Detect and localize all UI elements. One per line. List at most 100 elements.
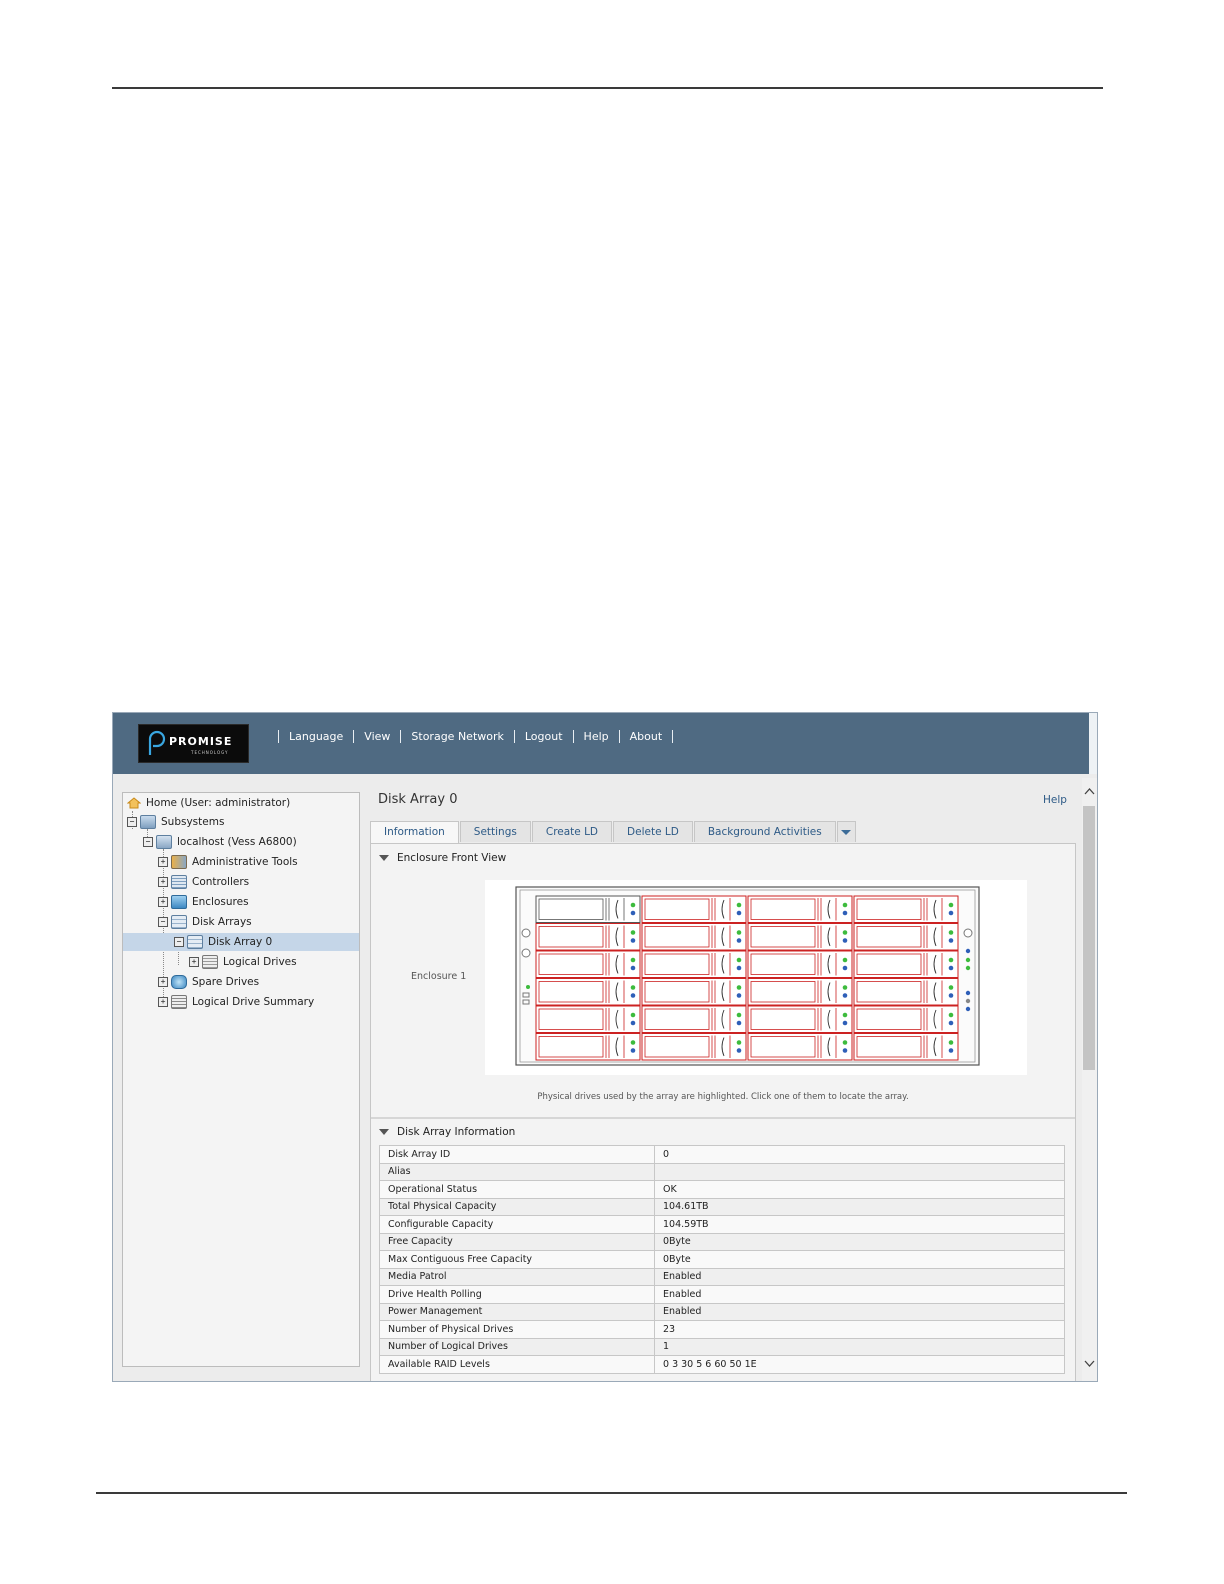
info-value: 0Byte (654, 1232, 1065, 1251)
drive-bay-highlighted[interactable] (853, 950, 959, 978)
scrollbar-thumb[interactable] (1083, 806, 1095, 1070)
collapse-icon[interactable]: − (158, 917, 168, 927)
tree-item-label: Logical Drives (223, 956, 297, 968)
drive-bay-highlighted[interactable] (747, 950, 853, 978)
collapse-icon[interactable]: − (174, 937, 184, 947)
tree-item-logical-drives[interactable]: + Logical Drives (189, 953, 297, 971)
drive-bay-highlighted[interactable] (641, 978, 747, 1006)
expand-icon[interactable]: + (189, 957, 199, 967)
page-bottom-rule (96, 1492, 1127, 1494)
drive-bay-highlighted[interactable] (747, 1005, 853, 1033)
drive-bay-highlighted[interactable] (535, 923, 641, 951)
tree-item-label: Disk Arrays (192, 916, 252, 928)
tree-item-label: Enclosures (192, 896, 249, 908)
chevron-up-icon[interactable] (1084, 786, 1095, 797)
spare-drive-icon (171, 975, 187, 989)
promise-logo: PROMISE TECHNOLOGY (138, 724, 249, 763)
status-led-icon (965, 990, 971, 996)
content-area: Disk Array 0 Help Information Settings C… (370, 778, 1081, 1381)
collapse-icon[interactable]: − (127, 817, 137, 827)
disk-array-icon (171, 915, 187, 929)
expand-icon[interactable]: + (158, 977, 168, 987)
table-row: Available RAID Levels 0 3 30 5 6 60 50 1E (379, 1355, 1065, 1374)
drive-bay-highlighted[interactable] (853, 1005, 959, 1033)
tree-item-label: Disk Array 0 (208, 936, 273, 948)
collapse-icon[interactable]: − (143, 837, 153, 847)
chevron-down-icon[interactable] (1084, 1358, 1095, 1369)
expand-icon[interactable]: + (158, 877, 168, 887)
table-row: Number of Logical Drives 1 (379, 1337, 1065, 1356)
drive-bay-highlighted[interactable] (641, 923, 747, 951)
handle-icon (963, 928, 973, 938)
tree-item-localhost[interactable]: − localhost (Vess A6800) (143, 833, 297, 851)
tab-more-button[interactable] (836, 821, 856, 842)
info-value: Enabled (654, 1285, 1065, 1304)
enclosure-icon (171, 895, 187, 909)
drive-bay-highlighted[interactable] (641, 950, 747, 978)
drive-bay-highlighted[interactable] (641, 1033, 747, 1061)
drive-bay-highlighted[interactable] (535, 1005, 641, 1033)
expand-icon[interactable]: + (158, 997, 168, 1007)
drive-bay-highlighted[interactable] (641, 1005, 747, 1033)
expand-icon[interactable]: + (158, 897, 168, 907)
tree-item-disk-array-0[interactable]: − Disk Array 0 (123, 933, 359, 951)
tab-settings[interactable]: Settings (459, 821, 531, 842)
info-value: 104.61TB (654, 1197, 1065, 1216)
drive-bay-highlighted[interactable] (535, 950, 641, 978)
tree-item-administrative-tools[interactable]: + Administrative Tools (158, 853, 298, 871)
section-title: Disk Array Information (397, 1126, 516, 1138)
nav-language[interactable]: Language (279, 730, 353, 743)
tree-item-disk-arrays[interactable]: − Disk Arrays (158, 913, 252, 931)
status-led-icon (526, 985, 530, 989)
enclosure-chassis (515, 886, 980, 1066)
info-section-header[interactable]: Disk Array Information (379, 1126, 515, 1138)
drive-bay-highlighted[interactable] (853, 895, 959, 923)
tab-delete-ld[interactable]: Delete LD (613, 821, 693, 842)
reset-button-icon[interactable] (521, 948, 531, 958)
nav-view[interactable]: View (354, 730, 400, 743)
tree-item-label: Logical Drive Summary (192, 996, 315, 1008)
tab-create-ld[interactable]: Create LD (531, 821, 613, 842)
server-icon (156, 835, 172, 849)
expand-icon[interactable]: + (158, 857, 168, 867)
nav-about[interactable]: About (620, 730, 673, 743)
drive-bay-highlighted[interactable] (641, 895, 747, 923)
drive-bay-highlighted[interactable] (747, 895, 853, 923)
page-top-rule (112, 87, 1103, 89)
drive-bay-highlighted[interactable] (747, 923, 853, 951)
drive-bay-highlighted[interactable] (853, 1033, 959, 1061)
table-row: Power Management Enabled (379, 1302, 1065, 1321)
drive-bay-empty[interactable] (535, 895, 641, 923)
tree-item-controllers[interactable]: + Controllers (158, 873, 249, 891)
tab-information[interactable]: Information (370, 821, 459, 843)
enclosure-caption: Physical drives used by the array are hi… (537, 1092, 909, 1102)
table-row: Configurable Capacity 104.59TB (379, 1215, 1065, 1234)
tree-item-home[interactable]: Home (User: administrator) (127, 794, 290, 812)
drive-bay-highlighted[interactable] (853, 978, 959, 1006)
drive-bay-highlighted[interactable] (747, 978, 853, 1006)
drive-bay-highlighted[interactable] (853, 923, 959, 951)
drive-bay-highlighted[interactable] (535, 1033, 641, 1061)
help-link[interactable]: Help (1043, 794, 1067, 806)
tree-item-enclosures[interactable]: + Enclosures (158, 893, 249, 911)
power-button-icon[interactable] (521, 928, 531, 938)
drive-bay-highlighted[interactable] (747, 1033, 853, 1061)
drive-bay-highlighted[interactable] (535, 978, 641, 1006)
table-row: Total Physical Capacity 104.61TB (379, 1197, 1065, 1216)
tree-item-spare-drives[interactable]: + Spare Drives (158, 973, 259, 991)
tree-item-subsystems[interactable]: − Subsystems (127, 813, 224, 831)
info-value: 1 (654, 1337, 1065, 1356)
nav-storage-network[interactable]: Storage Network (401, 730, 513, 743)
content-scrollbar[interactable] (1082, 778, 1097, 1381)
tree-item-logical-drive-summary[interactable]: + Logical Drive Summary (158, 993, 314, 1011)
tab-background-activities[interactable]: Background Activities (693, 821, 836, 842)
info-key: Alias (379, 1162, 655, 1181)
logo-subtext: TECHNOLOGY (191, 750, 229, 755)
nav-logout[interactable]: Logout (515, 730, 573, 743)
disk-array-icon (187, 935, 203, 949)
nav-help[interactable]: Help (574, 730, 619, 743)
page-title: Disk Array 0 (378, 792, 458, 807)
logical-drive-icon (202, 955, 218, 969)
enclosure-section-header[interactable]: Enclosure Front View (379, 852, 506, 864)
table-row: Alias (379, 1162, 1065, 1181)
